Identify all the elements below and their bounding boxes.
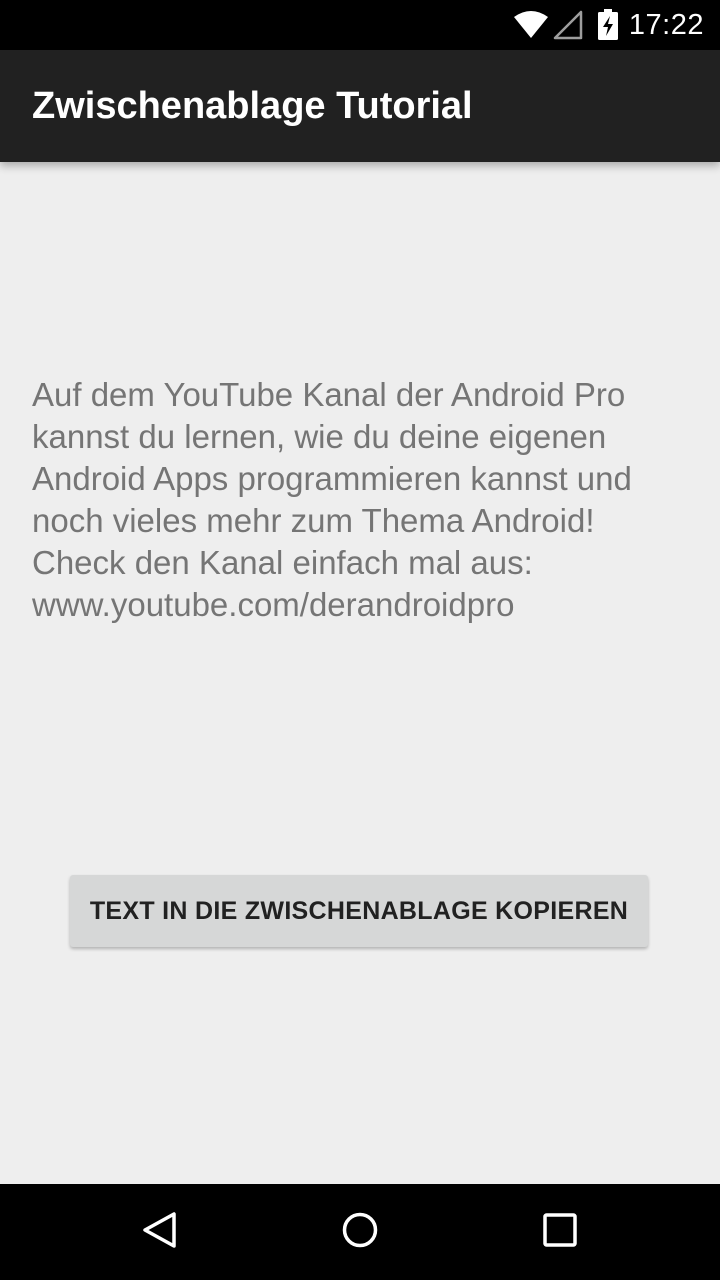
navigation-bar xyxy=(0,1184,720,1280)
recents-button[interactable] xyxy=(500,1184,620,1280)
wifi-icon xyxy=(513,10,549,40)
body-text: Auf dem YouTube Kanal der Android Pro ka… xyxy=(32,376,632,623)
status-bar: 17:22 xyxy=(0,0,720,50)
home-icon xyxy=(340,1210,380,1255)
cell-signal-icon xyxy=(553,10,583,40)
status-icons: 17:22 xyxy=(513,0,704,50)
battery-charging-icon xyxy=(597,9,619,41)
copy-to-clipboard-button[interactable]: TEXT IN DIE ZWISCHENABLAGE KOPIEREN xyxy=(70,875,648,947)
home-button[interactable] xyxy=(300,1184,420,1280)
back-icon xyxy=(140,1210,180,1255)
app-bar: Zwischenablage Tutorial xyxy=(0,50,720,162)
status-time: 17:22 xyxy=(628,8,704,41)
recents-icon xyxy=(540,1210,580,1255)
main-content: Auf dem YouTube Kanal der Android Pro ka… xyxy=(0,162,720,1184)
app-title: Zwischenablage Tutorial xyxy=(32,85,473,127)
back-button[interactable] xyxy=(100,1184,220,1280)
